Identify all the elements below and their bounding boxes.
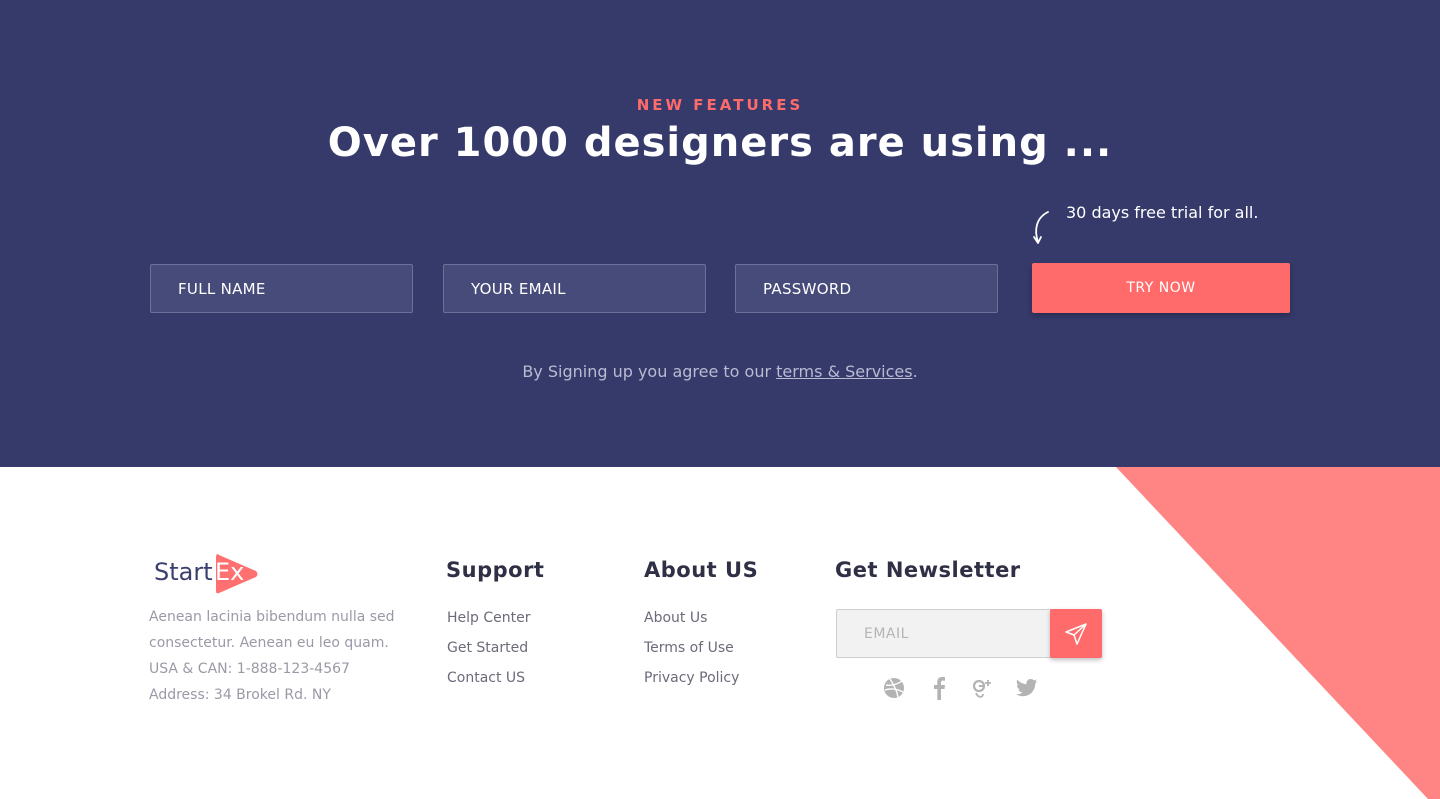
terms-link[interactable]: terms & Services <box>776 362 912 381</box>
google-plus-icon[interactable] <box>971 676 995 700</box>
logo-ex-text: Ex <box>215 558 245 586</box>
try-now-button[interactable]: TRY NOW <box>1032 263 1290 313</box>
company-info-line: consectetur. Aenean eu leo quam. <box>149 635 389 651</box>
email-input[interactable] <box>443 264 706 313</box>
twitter-icon[interactable] <box>1015 676 1039 700</box>
about-us-links: About Us Terms of Use Privacy Policy <box>644 603 739 693</box>
curved-arrow-icon <box>1033 211 1049 244</box>
company-info: Aenean lacinia bibendum nulla sed consec… <box>149 604 409 708</box>
about-us-heading: About US <box>644 558 759 582</box>
facebook-icon[interactable] <box>927 676 951 700</box>
newsletter-heading: Get Newsletter <box>835 558 1021 582</box>
full-name-input[interactable] <box>150 264 413 313</box>
footer-link-privacy-policy[interactable]: Privacy Policy <box>644 663 739 693</box>
logo-start-text: Start <box>154 558 213 586</box>
signup-section: NEW FEATURES Over 1000 designers are usi… <box>0 0 1440 467</box>
company-address: Address: 34 Brokel Rd. NY <box>149 687 331 703</box>
footer-link-help-center[interactable]: Help Center <box>447 603 531 633</box>
support-heading: Support <box>446 558 545 582</box>
footer-link-about-us[interactable]: About Us <box>644 603 739 633</box>
footer-link-terms-of-use[interactable]: Terms of Use <box>644 633 739 663</box>
section-eyebrow: NEW FEATURES <box>636 96 804 114</box>
footer-link-contact-us[interactable]: Contact US <box>447 663 531 693</box>
paper-plane-icon <box>1065 622 1087 645</box>
password-input[interactable] <box>735 264 998 313</box>
footer-link-get-started[interactable]: Get Started <box>447 633 531 663</box>
newsletter-send-button[interactable] <box>1050 609 1102 658</box>
trial-note: 30 days free trial for all. <box>1066 203 1259 222</box>
company-info-line: Aenean lacinia bibendum nulla sed <box>149 609 395 625</box>
startex-logo[interactable]: Start Ex <box>152 550 262 600</box>
terms-prefix: By Signing up you agree to our <box>522 362 777 381</box>
section-headline: Over 1000 designers are using ... <box>327 120 1113 166</box>
support-links: Help Center Get Started Contact US <box>447 603 531 693</box>
terms-notice: By Signing up you agree to our terms & S… <box>0 362 1440 381</box>
company-phone: USA & CAN: 1-888-123-4567 <box>149 661 350 677</box>
dribbble-icon[interactable] <box>882 676 906 700</box>
newsletter-email-input[interactable] <box>836 609 1056 658</box>
terms-suffix: . <box>912 362 918 381</box>
